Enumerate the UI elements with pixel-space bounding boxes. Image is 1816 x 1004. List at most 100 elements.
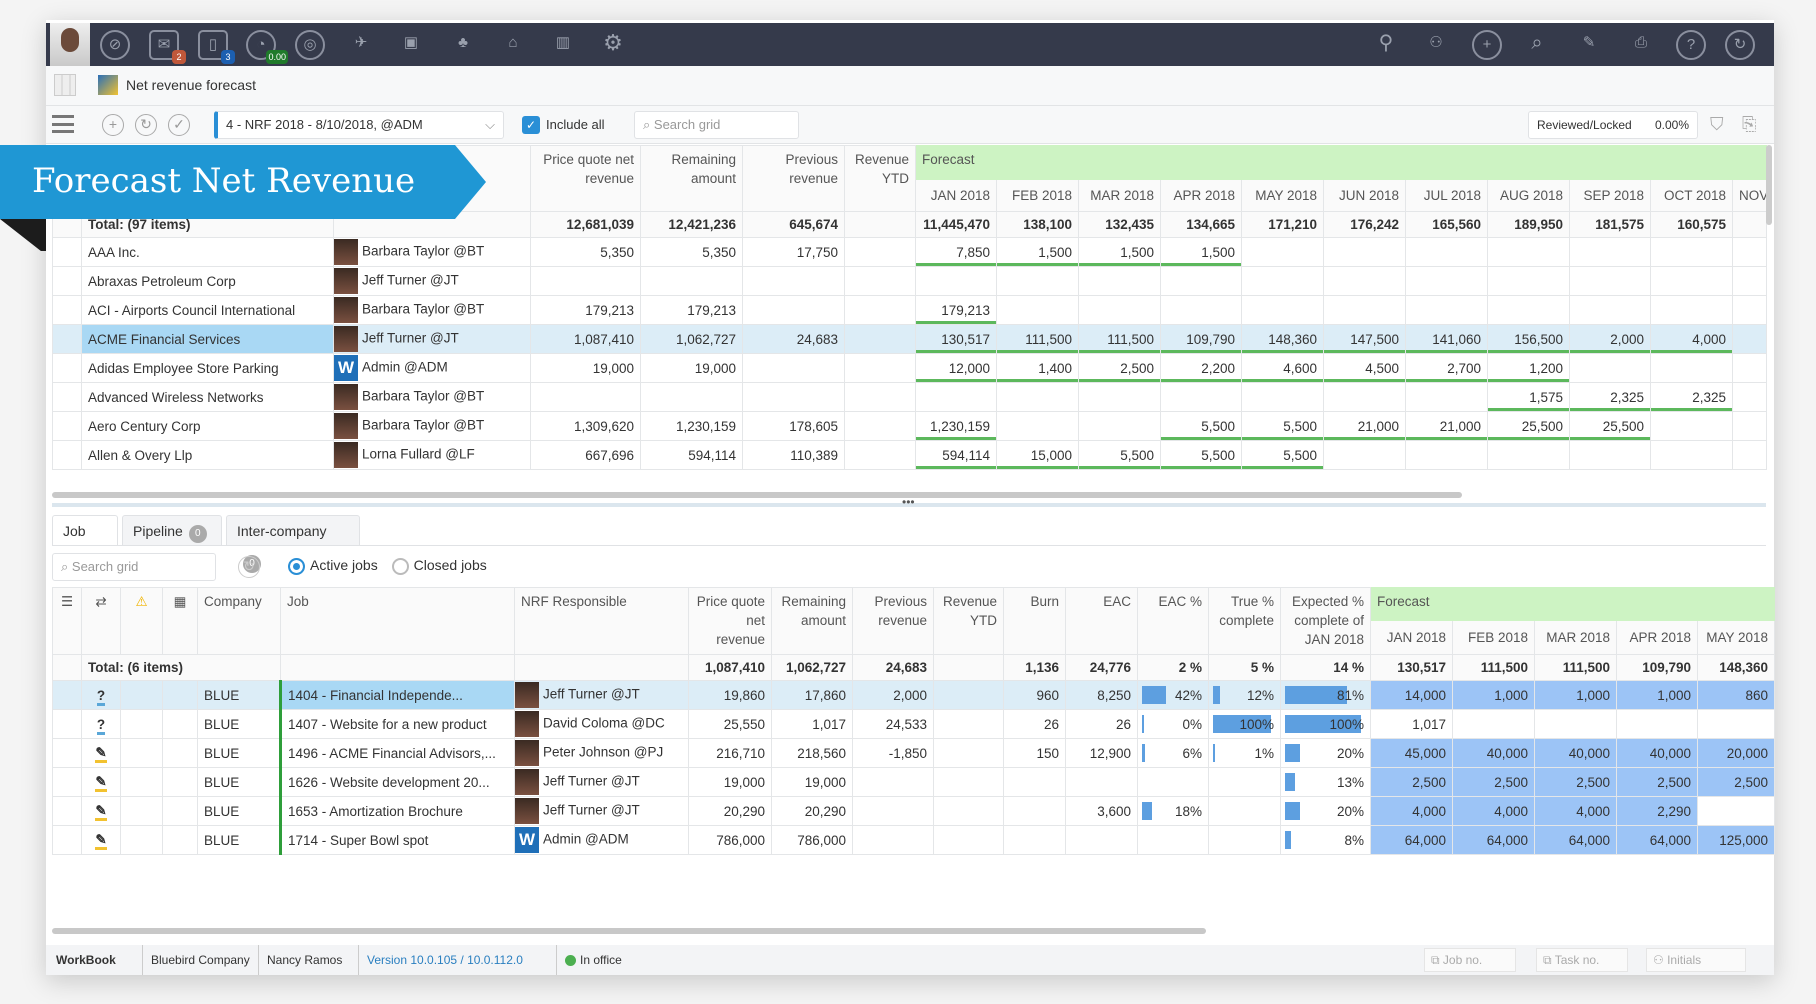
- forecast-cell[interactable]: 2,500: [1534, 767, 1617, 797]
- closed-jobs-radio[interactable]: [391, 557, 409, 575]
- forecast-cell[interactable]: [1650, 440, 1733, 470]
- forecast-cell[interactable]: [1452, 709, 1535, 739]
- forecast-cell[interactable]: 5,500: [1160, 411, 1242, 441]
- forecast-cell[interactable]: 15,000: [996, 440, 1079, 470]
- row-handle[interactable]: [52, 324, 82, 354]
- rocket-icon[interactable]: ✈: [346, 30, 376, 60]
- forecast-cell[interactable]: 111,500: [996, 324, 1079, 354]
- row-handle[interactable]: [52, 796, 82, 826]
- forecast-cell[interactable]: 2,500: [1370, 767, 1453, 797]
- forecast-cell[interactable]: 2,290: [1616, 796, 1698, 826]
- forecast-cell[interactable]: [1405, 295, 1488, 325]
- company-cell[interactable]: Advanced Wireless Networks: [81, 382, 334, 412]
- column-header[interactable]: Burn: [1003, 587, 1066, 655]
- forecast-cell[interactable]: 4,000: [1650, 324, 1733, 354]
- total-row[interactable]: Total: (6 items) 1,087,410 1,062,727 24,683…: [52, 654, 1776, 681]
- forecast-cell[interactable]: 1,400: [996, 353, 1079, 383]
- check-icon[interactable]: ✓: [168, 114, 190, 136]
- month-header[interactable]: JUL 2018: [1405, 179, 1488, 212]
- forecast-cell[interactable]: [1323, 382, 1406, 412]
- column-header[interactable]: Remaining amount: [640, 145, 743, 212]
- forecast-cell[interactable]: [1405, 382, 1488, 412]
- forecast-cell[interactable]: 1,500: [996, 237, 1079, 267]
- job-no-input[interactable]: ⧉ Job no.: [1424, 948, 1516, 972]
- target-icon[interactable]: ◎: [295, 30, 325, 60]
- forecast-cell[interactable]: 179,213: [915, 295, 997, 325]
- forecast-cell[interactable]: 156,500: [1487, 324, 1570, 354]
- forecast-cell[interactable]: 4,600: [1241, 353, 1324, 383]
- forecast-cell[interactable]: [1731, 411, 1768, 441]
- forecast-cell[interactable]: [1241, 295, 1324, 325]
- tab-inter-company[interactable]: Inter-company0: [226, 515, 360, 573]
- month-header[interactable]: FEB 2018: [996, 179, 1079, 212]
- forecast-cell[interactable]: 4,500: [1323, 353, 1406, 383]
- month-header[interactable]: APR 2018: [1616, 620, 1698, 655]
- document-icon[interactable]: ▦: [162, 587, 198, 655]
- month-header[interactable]: MAY 2018: [1696, 620, 1776, 655]
- people-icon[interactable]: ⚇: [1421, 30, 1451, 60]
- time-icon[interactable]: ◔ 0.00: [246, 30, 288, 64]
- zoom-add-icon[interactable]: +: [1472, 30, 1502, 60]
- gear-icon[interactable]: ⚙: [598, 30, 628, 60]
- location-icon[interactable]: ⚲: [1371, 30, 1401, 60]
- forecast-cell[interactable]: [1731, 266, 1768, 296]
- column-header[interactable]: Previous revenue: [742, 145, 845, 212]
- company-cell[interactable]: Adidas Employee Store Parking: [81, 353, 334, 383]
- vertical-scrollbar[interactable]: [1766, 145, 1772, 225]
- forecast-cell[interactable]: [996, 266, 1079, 296]
- forecast-cell[interactable]: 4,000: [1370, 796, 1453, 826]
- version-link[interactable]: Version 10.0.105 / 10.0.112.0: [358, 945, 523, 975]
- table-row[interactable]: Allen & Overy Llp Lorna Fullard @LF 667,69…: [52, 440, 1768, 470]
- help-icon[interactable]: ?: [1676, 30, 1706, 60]
- task-no-input[interactable]: ⧉ Task no.: [1536, 948, 1628, 972]
- warning-icon[interactable]: ⚠: [120, 587, 163, 655]
- forecast-cell[interactable]: [1569, 237, 1651, 267]
- edit-status-icon[interactable]: ✎: [81, 825, 121, 855]
- forecast-cell[interactable]: 21,000: [1405, 411, 1488, 441]
- forecast-cell[interactable]: [1569, 353, 1651, 383]
- forecast-cell[interactable]: [1731, 382, 1768, 412]
- include-all-checkbox[interactable]: ✓: [522, 116, 540, 134]
- search-icon[interactable]: ⌕: [1522, 30, 1552, 60]
- column-header[interactable]: Company: [197, 587, 281, 655]
- row-handle[interactable]: [52, 440, 82, 470]
- forecast-cell[interactable]: 7,850: [915, 237, 997, 267]
- table-row[interactable]: ACI - Airports Council International Barb…: [52, 295, 1768, 325]
- active-jobs-radio[interactable]: [288, 557, 305, 575]
- column-header[interactable]: EAC %: [1137, 587, 1209, 655]
- month-header[interactable]: MAR 2018: [1078, 179, 1161, 212]
- forecast-cell[interactable]: [1078, 266, 1161, 296]
- splitter[interactable]: •••: [52, 495, 1766, 509]
- month-header[interactable]: JAN 2018: [1370, 620, 1453, 655]
- edit-status-icon[interactable]: ✎: [81, 738, 121, 768]
- forecast-cell[interactable]: [996, 411, 1079, 441]
- table-row[interactable]: ✎ BLUE 1653 - Amortization Brochure Jeff Tu…: [52, 796, 1776, 826]
- forecast-cell[interactable]: 1,575: [1487, 382, 1570, 412]
- refresh-icon[interactable]: ↻: [238, 556, 260, 578]
- forecast-cell[interactable]: 45,000: [1370, 738, 1453, 768]
- forecast-cell[interactable]: [1569, 295, 1651, 325]
- forecast-cell[interactable]: 4,000: [1452, 796, 1535, 826]
- forecast-cell[interactable]: 40,000: [1534, 738, 1617, 768]
- table-row[interactable]: Abraxas Petroleum Corp Jeff Turner @JT: [52, 266, 1768, 296]
- forecast-cell[interactable]: [1534, 709, 1617, 739]
- forecast-cell[interactable]: 125,000: [1696, 825, 1776, 855]
- forecast-cell[interactable]: 64,000: [1534, 825, 1617, 855]
- forecast-cell[interactable]: 1,017: [1370, 709, 1453, 739]
- table-row[interactable]: Aero Century Corp Barbara Taylor @BT 1,309…: [52, 411, 1768, 441]
- column-header[interactable]: Previous revenue: [852, 587, 934, 655]
- forecast-cell[interactable]: [915, 382, 997, 412]
- forecast-cell[interactable]: [1405, 440, 1488, 470]
- forecast-cell[interactable]: [1569, 440, 1651, 470]
- forecast-cell[interactable]: 2,200: [1160, 353, 1242, 383]
- table-row[interactable]: ? BLUE 1404 - Financial Independe... Jeff T…: [52, 680, 1776, 710]
- forecast-cell[interactable]: [1731, 295, 1768, 325]
- row-handle[interactable]: [52, 767, 82, 797]
- inbox-icon[interactable]: ✉ 2: [149, 30, 186, 64]
- forecast-cell[interactable]: 2,500: [1696, 767, 1776, 797]
- forecast-cell[interactable]: 25,500: [1487, 411, 1570, 441]
- clipboard-icon[interactable]: ▯ 3: [198, 30, 235, 64]
- forecast-cell[interactable]: 2,500: [1078, 353, 1161, 383]
- edit-icon[interactable]: ✎: [1574, 30, 1604, 60]
- forecast-cell[interactable]: 141,060: [1405, 324, 1488, 354]
